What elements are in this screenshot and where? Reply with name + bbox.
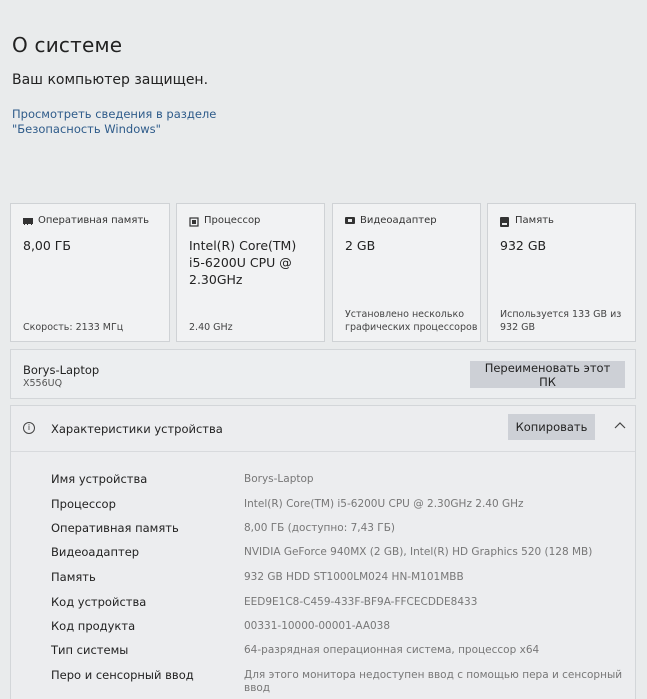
- ram-card: Оперативная память 8,00 ГБ Скорость: 213…: [10, 203, 170, 342]
- spec-value: NVIDIA GeForce 940MX (2 GB), Intel(R) HD…: [244, 546, 593, 558]
- spec-label: Код устройства: [51, 595, 147, 609]
- protection-status: Ваш компьютер защищен.: [12, 72, 209, 88]
- copy-button[interactable]: Копировать: [508, 414, 595, 440]
- gpu-card-value: 2 GB: [345, 238, 376, 253]
- spec-value: 8,00 ГБ (доступно: 7,43 ГБ): [244, 522, 395, 534]
- spec-row-processor: Процессор Intel(R) Core(TM) i5-6200U CPU…: [51, 497, 631, 517]
- gpu-card-foot: Установлено несколько графических процес…: [345, 309, 478, 333]
- ram-card-header: Оперативная память: [23, 215, 149, 226]
- processor-icon: [189, 216, 199, 227]
- device-specifications-title: Характеристики устройства: [51, 422, 223, 436]
- spec-label: Код продукта: [51, 619, 136, 633]
- storage-card: Память 932 GB Используется 133 GB из 932…: [487, 203, 636, 342]
- storage-icon: [500, 216, 510, 227]
- info-icon: i: [23, 422, 35, 434]
- spec-row-gpu: Видеоадаптер NVIDIA GeForce 940MX (2 GB)…: [51, 545, 631, 565]
- spec-value: 64-разрядная операционная система, проце…: [244, 644, 540, 656]
- ram-card-label: Оперативная память: [38, 215, 150, 226]
- ram-card-foot: Скорость: 2133 МГц: [23, 322, 124, 333]
- spec-row-device-name: Имя устройства Borys-Laptop: [51, 472, 631, 492]
- gpu-card-label: Видеоадаптер: [360, 215, 437, 226]
- spec-label: Тип системы: [51, 643, 129, 657]
- spec-row-product-id: Код продукта 00331-10000-00001-AA038: [51, 619, 631, 639]
- rename-pc-button[interactable]: Переименовать этот ПК: [470, 361, 625, 389]
- processor-card-header: Процессор: [189, 215, 261, 227]
- page-title: О системе: [12, 33, 123, 57]
- spec-label: Имя устройства: [51, 472, 148, 486]
- spec-row-storage: Память 932 GB HDD ST1000LM024 HN-M101MBB: [51, 570, 631, 590]
- spec-value: 932 GB HDD ST1000LM024 HN-M101MBB: [244, 571, 464, 583]
- device-specifications-section: i Характеристики устройства Копировать И…: [10, 405, 636, 699]
- spec-label: Оперативная память: [51, 521, 179, 535]
- pc-name-row: Borys-Laptop X556UQ Переименовать этот П…: [10, 349, 636, 399]
- gpu-card: Видеоадаптер 2 GB Установлено несколько …: [332, 203, 481, 342]
- ram-icon: [23, 217, 33, 225]
- spec-value: 00331-10000-00001-AA038: [244, 620, 391, 632]
- spec-row-device-id: Код устройства EED9E1C8-C459-433F-BF9A-F…: [51, 595, 631, 615]
- gpu-icon: [345, 216, 355, 225]
- spec-value: Для этого монитора недоступен ввод с пом…: [244, 669, 623, 694]
- spec-row-ram: Оперативная память 8,00 ГБ (доступно: 7,…: [51, 521, 631, 541]
- processor-card: Процессор Intel(R) Core(TM) i5-6200U CPU…: [176, 203, 325, 342]
- processor-card-foot: 2.40 GHz: [189, 322, 233, 333]
- spec-label: Видеоадаптер: [51, 545, 140, 559]
- spec-value: Borys-Laptop: [244, 473, 314, 485]
- spec-label: Память: [51, 570, 96, 584]
- chevron-up-icon[interactable]: [613, 418, 627, 432]
- storage-card-label: Память: [515, 215, 554, 226]
- ram-card-value: 8,00 ГБ: [23, 238, 72, 253]
- spec-label: Процессор: [51, 497, 116, 511]
- storage-card-header: Память: [500, 215, 554, 227]
- spec-value: Intel(R) Core(TM) i5-6200U CPU @ 2.30GHz…: [244, 498, 524, 510]
- pc-name: Borys-Laptop: [23, 363, 100, 377]
- gpu-card-header: Видеоадаптер: [345, 215, 437, 226]
- spec-label: Перо и сенсорный ввод: [51, 668, 194, 682]
- spec-row-pen-touch: Перо и сенсорный ввод Для этого монитора…: [51, 668, 631, 698]
- processor-card-value: Intel(R) Core(TM) i5-6200U CPU @ 2.30GHz: [189, 238, 297, 287]
- processor-card-label: Процессор: [204, 215, 261, 226]
- windows-security-link[interactable]: Просмотреть сведения в разделе "Безопасн…: [12, 107, 242, 137]
- spec-row-system-type: Тип системы 64-разрядная операционная си…: [51, 643, 631, 663]
- storage-card-foot: Используется 133 GB из 932 GB: [500, 309, 622, 333]
- storage-card-value: 932 GB: [500, 238, 547, 253]
- spec-value: EED9E1C8-C459-433F-BF9A-FFCECDDE8433: [244, 596, 478, 608]
- pc-model: X556UQ: [23, 378, 63, 389]
- device-specifications-header[interactable]: i Характеристики устройства Копировать: [11, 406, 635, 452]
